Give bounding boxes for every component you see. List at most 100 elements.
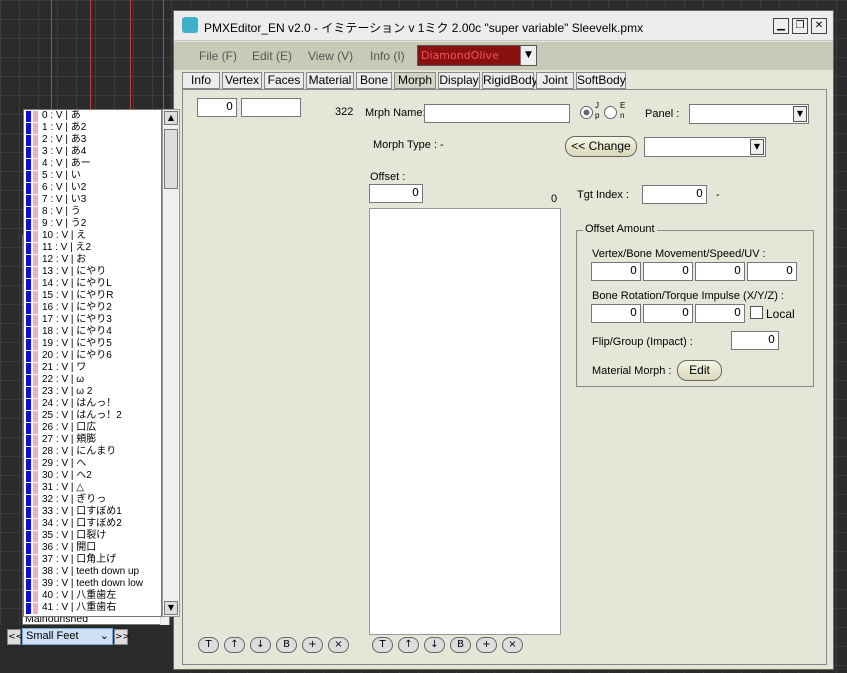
list-item[interactable]: 36 : V | 開口 — [24, 542, 161, 554]
delete-button[interactable]: × — [328, 637, 349, 653]
offset-index-input[interactable]: 0 — [369, 184, 423, 203]
list-item[interactable]: 17 : V | にやり3 — [24, 314, 161, 326]
list-item[interactable]: 19 : V | にやり5 — [24, 338, 161, 350]
tab-faces[interactable]: Faces — [264, 72, 304, 89]
morph-search-input[interactable] — [241, 98, 301, 117]
panel-select[interactable]: ▼ — [689, 104, 809, 124]
list-item[interactable]: 39 : V | teeth down low — [24, 578, 161, 590]
menu-info[interactable]: Info (I) — [370, 49, 405, 63]
scroll-up-icon[interactable]: ▲ — [164, 111, 178, 125]
list-item[interactable]: 33 : V | 口すぼめ1 — [24, 506, 161, 518]
edit-button[interactable]: Edit — [677, 360, 722, 381]
tgt-index-input[interactable]: 0 — [642, 185, 707, 204]
bottom-button[interactable]: B — [276, 637, 297, 653]
up-button[interactable]: ↑ — [224, 637, 245, 653]
list-item[interactable]: 23 : V | ω 2 — [24, 386, 161, 398]
list-item[interactable]: 37 : V | 口角上げ — [24, 554, 161, 566]
list-item[interactable]: 8 : V | う — [24, 206, 161, 218]
list-item[interactable]: 7 : V | い3 — [24, 194, 161, 206]
vertex-y-input[interactable]: 0 — [643, 262, 693, 281]
menu-edit[interactable]: Edit (E) — [252, 49, 292, 63]
list-item[interactable]: 4 : V | あー — [24, 158, 161, 170]
tab-info[interactable]: Info — [182, 72, 220, 89]
jp-radio[interactable] — [580, 106, 593, 119]
theme-select[interactable]: DiamondOlive ▼ — [417, 45, 537, 66]
scroll-thumb[interactable] — [164, 129, 178, 189]
scroll-down-icon[interactable]: ▼ — [164, 601, 178, 615]
title-bar[interactable]: PMXEditor_EN v2.0 - イミテーション v 1ミク 2.00c … — [174, 11, 833, 41]
list-item[interactable]: 16 : V | にやり2 — [24, 302, 161, 314]
tab-rigidbody[interactable]: RigidBody — [482, 72, 538, 89]
maximize-icon[interactable]: ❐ — [792, 18, 808, 34]
list-item[interactable]: 10 : V | え — [24, 230, 161, 242]
list-item[interactable]: 35 : V | 口裂け — [24, 530, 161, 542]
list-item[interactable]: 40 : V | 八重歯左 — [24, 590, 161, 602]
list-item[interactable]: 27 : V | 頬膨 — [24, 434, 161, 446]
list-item[interactable]: 31 : V | △ — [24, 482, 161, 494]
vertex-x-input[interactable]: 0 — [591, 262, 641, 281]
delete-button[interactable]: × — [502, 637, 523, 653]
change-button[interactable]: << Change — [565, 136, 637, 157]
tab-material[interactable]: Material — [306, 72, 354, 89]
top-button[interactable]: T — [372, 637, 393, 653]
morph-type-select[interactable]: ▼ — [644, 137, 766, 157]
list-item[interactable]: 15 : V | にやりR — [24, 290, 161, 302]
list-item[interactable]: 13 : V | にやり — [24, 266, 161, 278]
list-item[interactable]: 18 : V | にやり4 — [24, 326, 161, 338]
list-item[interactable]: 41 : V | 八重歯右 — [24, 602, 161, 614]
next-option-button[interactable]: >> — [114, 629, 130, 645]
list-item[interactable]: 34 : V | 口すぼめ2 — [24, 518, 161, 530]
list-item[interactable]: 12 : V | お — [24, 254, 161, 266]
prev-option-button[interactable]: << — [7, 629, 23, 645]
add-button[interactable]: + — [302, 637, 323, 653]
list-item[interactable]: 25 : V | はんっ！2 — [24, 410, 161, 422]
vertex-z-input[interactable]: 0 — [695, 262, 745, 281]
top-button[interactable]: T — [198, 637, 219, 653]
rotation-z-input[interactable]: 0 — [695, 304, 745, 323]
menu-view[interactable]: View (V) — [308, 49, 353, 63]
list-item[interactable]: 14 : V | にやりL — [24, 278, 161, 290]
list-item[interactable]: 5 : V | い — [24, 170, 161, 182]
list-item[interactable]: 22 : V | ω — [24, 374, 161, 386]
list-item[interactable]: 1 : V | あ2 — [24, 122, 161, 134]
morph-list[interactable]: 0 : V | あ1 : V | あ2 2 : V | あ3 3 : V | あ4 4… — [23, 109, 162, 617]
list-item[interactable]: 9 : V | う2 — [24, 218, 161, 230]
morph-list-scrollbar[interactable]: ▲ ▼ — [162, 109, 180, 617]
list-item[interactable]: 6 : V | い2 — [24, 182, 161, 194]
tab-display[interactable]: Display — [438, 72, 480, 89]
vertex-w-input[interactable]: 0 — [747, 262, 797, 281]
offset-list[interactable] — [369, 208, 561, 635]
menu-file[interactable]: File (F) — [199, 49, 237, 63]
list-item[interactable]: 26 : V | 口広 — [24, 422, 161, 434]
tab-softbody[interactable]: SoftBody — [576, 72, 626, 89]
local-checkbox[interactable] — [750, 306, 763, 319]
list-item[interactable]: 11 : V | え2 — [24, 242, 161, 254]
list-item[interactable]: 28 : V | にんまり — [24, 446, 161, 458]
tab-vertex[interactable]: Vertex — [222, 72, 262, 89]
down-button[interactable]: ↓ — [424, 637, 445, 653]
list-item[interactable]: 3 : V | あ4 — [24, 146, 161, 158]
up-button[interactable]: ↑ — [398, 637, 419, 653]
list-item[interactable]: 32 : V | ぎりっ — [24, 494, 161, 506]
morph-name-input[interactable] — [424, 104, 570, 123]
list-item[interactable]: 24 : V | はんっ！ — [24, 398, 161, 410]
rotation-x-input[interactable]: 0 — [591, 304, 641, 323]
list-item[interactable]: 21 : V | ワ — [24, 362, 161, 374]
list-item[interactable]: 29 : V | へ — [24, 458, 161, 470]
list-item[interactable]: 0 : V | あ — [24, 110, 161, 122]
tab-morph[interactable]: Morph — [394, 72, 436, 89]
minimize-icon[interactable]: ▁ — [773, 18, 789, 34]
option-select[interactable]: Small Feet ⌄ — [22, 628, 113, 645]
tab-bone[interactable]: Bone — [356, 72, 392, 89]
en-radio[interactable] — [604, 106, 617, 119]
bottom-button[interactable]: B — [450, 637, 471, 653]
rotation-y-input[interactable]: 0 — [643, 304, 693, 323]
flip-group-input[interactable]: 0 — [731, 331, 779, 350]
tab-joint[interactable]: Joint — [536, 72, 574, 89]
morph-index-input[interactable]: 0 — [197, 98, 237, 117]
list-item[interactable]: 30 : V | へ2 — [24, 470, 161, 482]
list-item[interactable]: 2 : V | あ3 — [24, 134, 161, 146]
list-item[interactable]: 20 : V | にやり6 — [24, 350, 161, 362]
list-item[interactable]: 38 : V | teeth down up — [24, 566, 161, 578]
close-icon[interactable]: ✕ — [811, 18, 827, 34]
